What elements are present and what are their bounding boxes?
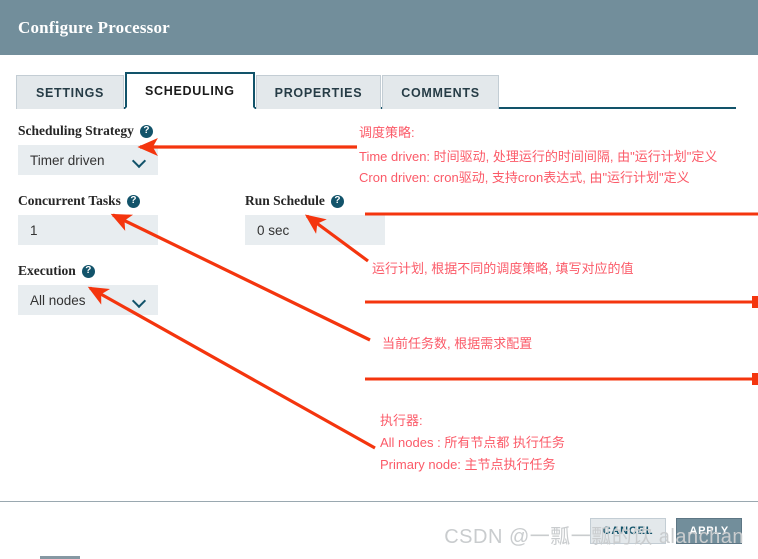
tab-properties[interactable]: PROPERTIES <box>255 75 382 109</box>
annotation-execution-line2: All nodes : 所有节点都 执行任务 <box>380 435 565 450</box>
annotation-strategy-line2: Time driven: 时间驱动, 处理运行的时间间隔, 由"运行计划"定义 <box>359 149 718 164</box>
execution-label-text: Execution <box>18 263 76 278</box>
concurrent-tasks-input[interactable]: 1 <box>18 215 158 245</box>
tab-comments-label: COMMENTS <box>401 85 480 100</box>
run-schedule-label: Run Schedule ? <box>245 193 385 209</box>
tab-strip: SETTINGS SCHEDULING PROPERTIES COMMENTS <box>0 72 758 109</box>
scheduling-strategy-label-text: Scheduling Strategy <box>18 123 134 138</box>
annotation-execution-line3: Primary node: 主节点执行任务 <box>380 457 556 472</box>
tab-comments[interactable]: COMMENTS <box>382 75 499 109</box>
annotation-strategy-line1: 调度策略: <box>359 125 415 140</box>
help-icon[interactable]: ? <box>126 194 140 208</box>
row-tasks-schedule: Concurrent Tasks ? 1 Run Schedule ? 0 se… <box>18 193 758 245</box>
annotation-concurrent-tasks: 当前任务数, 根据需求配置 <box>382 336 533 351</box>
tab-scheduling-label: SCHEDULING <box>145 83 235 98</box>
help-icon[interactable]: ? <box>330 194 344 208</box>
apply-button-label: APPLY <box>689 524 729 537</box>
scheduling-strategy-select[interactable]: Timer driven <box>18 145 158 175</box>
cancel-button[interactable]: CANCEL <box>589 517 667 544</box>
help-icon[interactable]: ? <box>139 124 153 138</box>
run-schedule-label-text: Run Schedule <box>245 193 325 208</box>
run-schedule-value: 0 sec <box>257 222 290 238</box>
dialog-header: Configure Processor <box>0 0 758 55</box>
concurrent-tasks-label: Concurrent Tasks ? <box>18 193 158 209</box>
field-concurrent-tasks: Concurrent Tasks ? 1 <box>18 193 158 245</box>
dialog-footer: CANCEL APPLY <box>0 501 758 559</box>
tab-scheduling[interactable]: SCHEDULING <box>125 72 255 109</box>
cancel-button-label: CANCEL <box>602 524 654 537</box>
concurrent-tasks-value: 1 <box>30 222 38 238</box>
run-schedule-input[interactable]: 0 sec <box>245 215 385 245</box>
annotation-execution-line1: 执行器: <box>380 413 423 428</box>
page-title: Configure Processor <box>18 17 170 37</box>
annotation-run-schedule: 运行计划, 根据不同的调度策略, 填写对应的值 <box>372 261 634 276</box>
field-run-schedule: Run Schedule ? 0 sec <box>245 193 385 245</box>
tab-settings[interactable]: SETTINGS <box>16 75 124 109</box>
tab-properties-label: PROPERTIES <box>274 85 363 100</box>
apply-button[interactable]: APPLY <box>676 517 742 544</box>
concurrent-tasks-label-text: Concurrent Tasks <box>18 193 121 208</box>
scheduling-strategy-value: Timer driven <box>30 152 105 168</box>
annotation-strategy-line3: Cron driven: cron驱动, 支持cron表达式, 由"运行计划"定… <box>359 170 690 185</box>
execution-select[interactable]: All nodes <box>18 285 158 315</box>
tab-settings-label: SETTINGS <box>35 85 105 100</box>
help-icon[interactable]: ? <box>81 264 95 278</box>
execution-value: All nodes <box>30 292 86 308</box>
